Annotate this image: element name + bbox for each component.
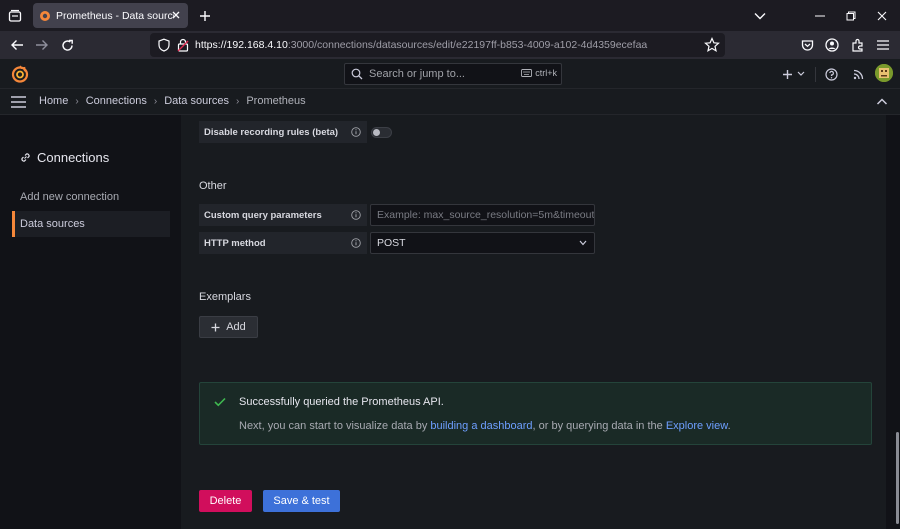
search-placeholder: Search or jump to... <box>369 68 465 80</box>
http-method-select[interactable]: POST <box>370 232 595 254</box>
breadcrumb-current: Prometheus <box>246 95 306 107</box>
plus-icon <box>783 69 792 79</box>
bookmark-star-icon[interactable] <box>704 37 720 53</box>
grafana-logo-icon[interactable] <box>11 65 29 83</box>
breadcrumb-home[interactable]: Home <box>39 95 68 107</box>
browser-tab-active[interactable]: Prometheus - Data sources - Connections <box>33 3 188 28</box>
alert-title: Successfully queried the Prometheus API. <box>239 396 444 408</box>
main-content <box>181 115 886 529</box>
reload-icon[interactable] <box>56 34 78 56</box>
hamburger-menu-icon[interactable] <box>11 96 26 108</box>
alert-body-suffix: . <box>727 420 731 432</box>
search-shortcut: ctrl+k <box>521 68 557 78</box>
breadcrumb-separator: › <box>153 95 158 107</box>
link-icon <box>21 153 30 162</box>
success-alert: Successfully queried the Prometheus API.… <box>199 382 872 445</box>
field-label-text: HTTP method <box>204 237 266 249</box>
list-all-tabs-icon[interactable] <box>749 5 771 27</box>
restore-icon[interactable] <box>840 5 862 27</box>
delete-button[interactable]: Delete <box>199 490 252 512</box>
custom-query-params-label: Custom query parameters <box>199 204 367 226</box>
select-value: POST <box>377 237 406 249</box>
grafana-favicon-icon <box>40 10 50 21</box>
alert-body: Next, you can start to visualize data by… <box>239 420 731 432</box>
news-rss-icon[interactable] <box>850 66 866 82</box>
search-bar[interactable]: Search or jump to... ctrl+k <box>344 63 562 85</box>
url-text: https://192.168.4.10:3000/connections/da… <box>195 39 647 51</box>
breadcrumb: Home › Connections › Data sources › Prom… <box>39 95 306 107</box>
account-icon[interactable] <box>821 34 843 56</box>
field-label-text: Disable recording rules (beta) <box>204 126 339 138</box>
breadcrumb-separator: › <box>236 95 240 107</box>
info-icon[interactable] <box>351 210 361 220</box>
grafana-top-bar: Search or jump to... ctrl+k <box>0 59 900 89</box>
sidebar-title-text: Connections <box>37 150 110 165</box>
extensions-icon[interactable] <box>847 34 869 56</box>
other-section-title: Other <box>199 180 227 192</box>
chevron-down-icon <box>579 240 587 246</box>
sidebar-title: Connections <box>20 150 109 165</box>
pocket-icon[interactable] <box>796 34 818 56</box>
alert-body-middle: , or by querying data in the <box>532 420 666 432</box>
sidebar-item-label: Data sources <box>20 218 85 230</box>
url-bar[interactable]: https://192.168.4.10:3000/connections/da… <box>150 33 725 57</box>
info-icon[interactable] <box>351 127 361 137</box>
close-window-icon[interactable] <box>871 5 893 27</box>
chevron-down-icon <box>797 71 805 76</box>
minimize-icon[interactable] <box>809 5 831 27</box>
info-icon[interactable] <box>351 238 361 248</box>
add-button-label: Add <box>226 321 246 333</box>
disable-recording-rules-label: Disable recording rules (beta) <box>199 121 367 143</box>
close-tab-icon[interactable] <box>169 8 183 22</box>
add-exemplar-button[interactable]: Add <box>199 316 258 338</box>
url-host: https://192.168.4.10 <box>195 39 288 51</box>
exemplars-section-title: Exemplars <box>199 291 251 303</box>
sidebar-item-label: Add new connection <box>20 191 120 203</box>
disable-recording-rules-toggle[interactable] <box>371 127 392 138</box>
chevron-up-icon[interactable] <box>876 97 888 107</box>
tab-title: Prometheus - Data sources - Connections <box>56 9 174 22</box>
save-test-button[interactable]: Save & test <box>263 490 340 512</box>
new-menu-button[interactable] <box>782 66 808 82</box>
topbar-divider <box>815 67 816 82</box>
field-label-text: Custom query parameters <box>204 209 322 221</box>
alert-body-prefix: Next, you can start to visualize data by <box>239 420 431 432</box>
explore-view-link[interactable]: Explore view <box>666 420 728 432</box>
lock-warning-icon[interactable] <box>177 38 189 52</box>
browser-tab-bar: Prometheus - Data sources - Connections <box>0 0 900 31</box>
input-placeholder: Example: max_source_resolution=5m&timeou… <box>377 209 595 221</box>
keyboard-icon <box>521 69 533 77</box>
shield-icon[interactable] <box>157 38 171 52</box>
menu-icon[interactable] <box>872 34 894 56</box>
search-shortcut-text: ctrl+k <box>535 68 557 78</box>
forward-icon[interactable] <box>31 34 53 56</box>
check-icon <box>214 397 226 407</box>
sidebar-item-add-new-connection[interactable]: Add new connection <box>12 184 170 210</box>
new-tab-icon[interactable] <box>196 7 214 25</box>
scrollbar-thumb[interactable] <box>896 432 899 524</box>
breadcrumb-datasources[interactable]: Data sources <box>164 95 229 107</box>
breadcrumb-bar: Home › Connections › Data sources › Prom… <box>0 89 900 115</box>
breadcrumb-connections[interactable]: Connections <box>86 95 147 107</box>
user-avatar[interactable] <box>875 64 893 82</box>
url-path: :3000/connections/datasources/edit/e2219… <box>287 39 648 51</box>
breadcrumb-separator: › <box>75 95 79 107</box>
tab-list-icon[interactable] <box>4 5 26 27</box>
search-icon <box>351 68 363 80</box>
sidebar-item-data-sources[interactable]: Data sources <box>12 211 170 237</box>
sidebar: Connections Add new connection Data sour… <box>0 115 181 529</box>
back-icon[interactable] <box>6 34 28 56</box>
plus-icon <box>211 323 220 331</box>
help-icon[interactable] <box>823 66 839 82</box>
http-method-label: HTTP method <box>199 232 367 254</box>
browser-nav-bar: https://192.168.4.10:3000/connections/da… <box>0 31 900 59</box>
toggle-knob <box>373 129 380 136</box>
building-dashboard-link[interactable]: building a dashboard <box>430 420 532 432</box>
custom-query-params-input[interactable]: Example: max_source_resolution=5m&timeou… <box>370 204 595 226</box>
